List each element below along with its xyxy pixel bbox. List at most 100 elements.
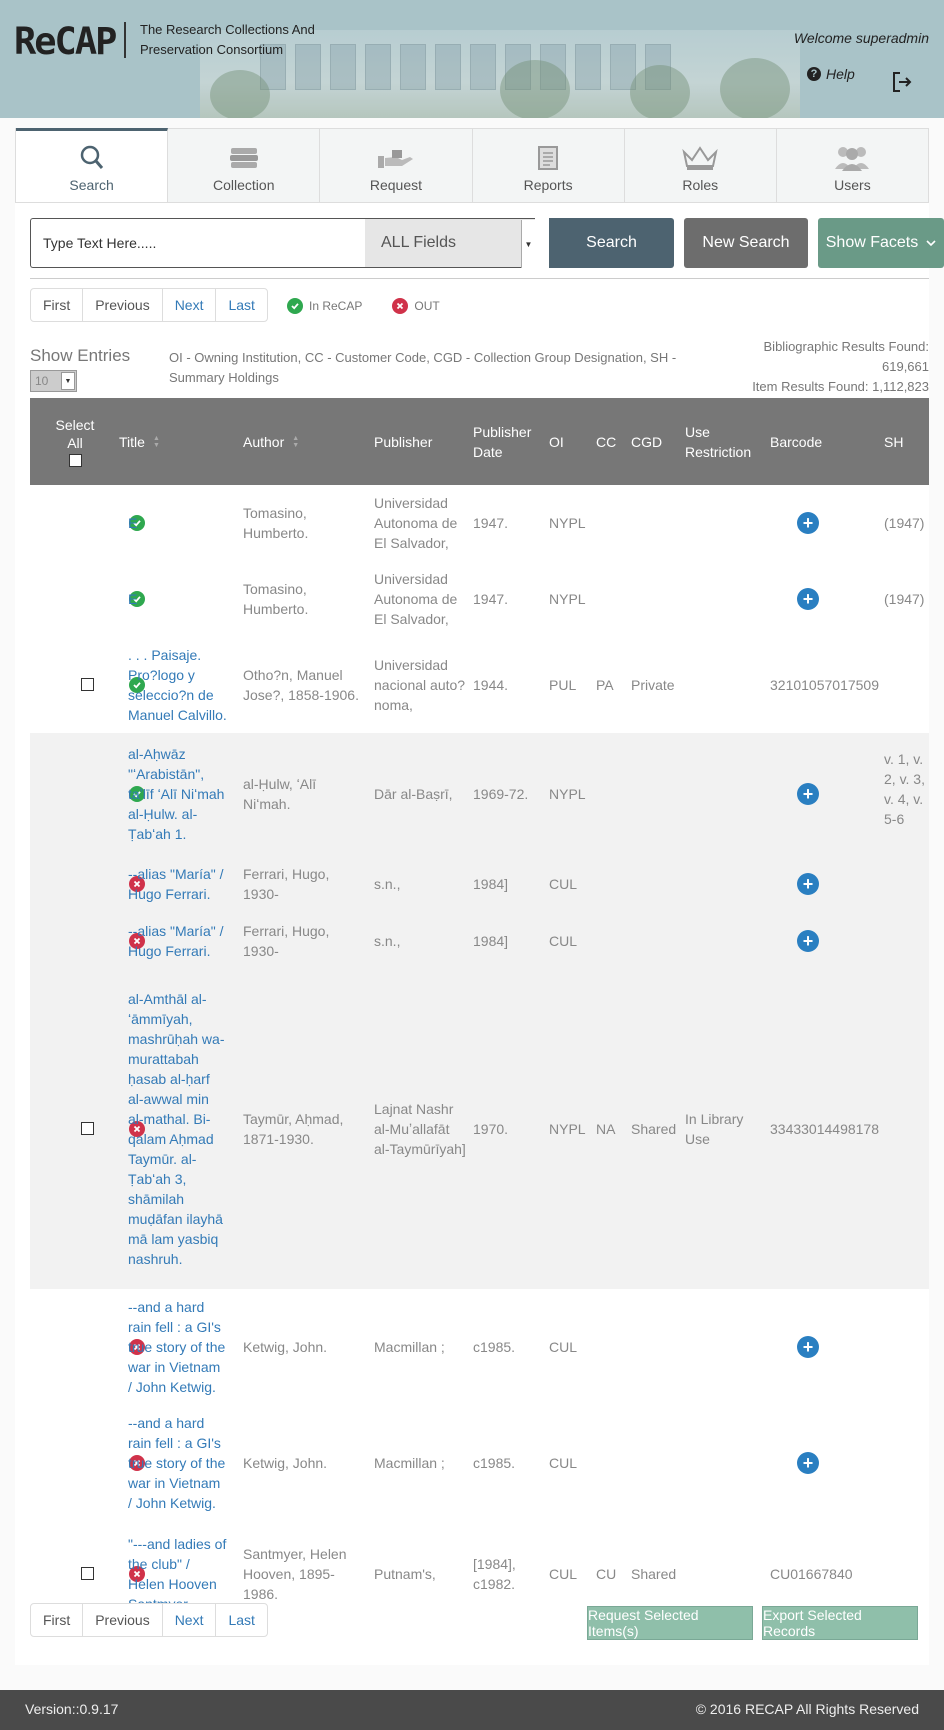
row-checkbox[interactable] [81, 1122, 94, 1135]
column-label: Barcode [770, 433, 823, 450]
title-cell[interactable]: E [128, 485, 228, 561]
table-row: --and a hard rain fell : a GI's true sto… [30, 1289, 929, 1405]
title-column-header[interactable]: Title ▲ ▼ [119, 398, 160, 485]
tab-label: Request [369, 177, 422, 193]
plus-circle-icon[interactable]: + [797, 1452, 819, 1474]
publisher-date-cell: [1984], c1982. [473, 1556, 516, 1592]
legend-in-label: In ReCAP [309, 299, 363, 313]
cgd-cell: Private [631, 677, 675, 693]
column-label: CC [596, 433, 617, 450]
publisher-date-cell: c1985. [473, 1339, 516, 1355]
oi-cell: CUL [549, 1455, 578, 1471]
plus-circle-icon[interactable]: + [797, 1336, 819, 1358]
plus-circle-icon[interactable]: + [797, 929, 819, 952]
tab-request[interactable]: Request [320, 129, 473, 202]
tab-reports[interactable]: Reports [473, 129, 625, 202]
title-cell[interactable]: --alias "María" / Hugo Ferrari. [128, 912, 228, 969]
logo-subtitle-line1: The Research Collections And [140, 22, 315, 37]
tab-search[interactable]: Search [16, 128, 169, 202]
search-button[interactable]: Search [549, 218, 674, 268]
title-cell[interactable]: al-Aḥwāz "ʻArabistān", taʼlīf ʻAlī Niʻma… [128, 733, 228, 855]
title-cell[interactable]: --alias "María" / Hugo Ferrari. [128, 855, 228, 912]
crown-icon [682, 146, 718, 170]
new-search-button[interactable]: New Search [684, 218, 808, 268]
cc-column-header: CC [596, 398, 616, 485]
document-icon [538, 146, 559, 170]
plus-circle-icon[interactable]: + [797, 512, 819, 534]
logo-subtitle-line2: Preservation Consortium [140, 42, 284, 57]
logo-divider [124, 22, 126, 58]
bib-results-label: Bibliographic Results Found: [763, 339, 929, 354]
search-divider [30, 278, 929, 279]
oi-cell: CUL [549, 875, 578, 892]
logo-subtitle: The Research Collections And Preservatio… [140, 20, 340, 60]
help-link[interactable]: ? Help [807, 66, 855, 82]
tab-collection[interactable]: Collection [168, 129, 321, 202]
plus-circle-icon[interactable]: + [797, 872, 819, 895]
version-text: Version::0.9.17 [25, 1701, 119, 1717]
oi-cell: PUL [549, 677, 577, 693]
copyright-text: © 2016 RECAP All Rights Reserved [695, 1701, 919, 1717]
search-input[interactable] [30, 218, 365, 268]
publisher-date-cell: 1984] [473, 932, 509, 949]
pager-last[interactable]: Last [216, 1604, 266, 1636]
results-summary: Bibliographic Results Found: 619,661 Ite… [752, 337, 929, 397]
title-cell[interactable]: al-Amthāl al-ʻāmmīyah, mashrūḥah wa-mura… [128, 969, 228, 1289]
author-cell: Otho?n, Manuel Jose?, 1858-1906. [243, 667, 359, 703]
plus-circle-icon[interactable]: + [797, 588, 819, 610]
publisher-cell: Macmillan ; [374, 1455, 445, 1471]
row-checkbox[interactable] [81, 1567, 94, 1580]
column-label: Date [473, 443, 503, 460]
sh-column-header: SH [884, 398, 903, 485]
author-column-header[interactable]: Author ▲ ▼ [243, 398, 299, 485]
chevron-down-icon [926, 240, 936, 247]
logout-icon[interactable] [890, 70, 914, 94]
pager-next[interactable]: Next [163, 1604, 217, 1636]
title-cell[interactable]: --and a hard rain fell : a GI's true sto… [128, 1405, 228, 1521]
check-circle-icon [287, 298, 303, 314]
export-selected-button[interactable]: Export Selected Records [762, 1606, 918, 1640]
pager-previous[interactable]: Previous [83, 1604, 163, 1636]
search-field-select[interactable]: ALL Fields ▼ [365, 218, 535, 268]
column-label: Author [243, 433, 285, 450]
title-cell[interactable]: . . . Paisaje. Pro?logo y seleccio?n de … [128, 637, 228, 733]
tab-label: Users [834, 177, 871, 193]
tab-roles[interactable]: Roles [625, 129, 777, 202]
column-label: Use [685, 423, 710, 440]
results-table: Select All Title ▲ ▼ Author ▲ ▼ Publisher … [30, 398, 929, 1612]
entries-select[interactable]: 10 ▼ [30, 370, 77, 392]
cc-cell: NA [596, 1121, 616, 1137]
oi-cell: CUL [549, 932, 578, 949]
recap-logo[interactable]: ReCAP [14, 20, 117, 63]
oi-cell: CUL [549, 1339, 578, 1355]
bottom-pager: First Previous Next Last [30, 1603, 268, 1637]
entries-value: 10 [35, 374, 49, 388]
pager-next[interactable]: Next [163, 289, 217, 321]
oi-cell: NYPL [549, 786, 586, 802]
author-cell: al-Ḥulw, ʻAlī Niʻmah. [243, 776, 317, 812]
show-facets-button[interactable]: Show Facets [818, 218, 944, 268]
tab-users[interactable]: Users [777, 129, 928, 202]
x-circle-icon [392, 298, 409, 314]
oi-column-header: OI [549, 398, 564, 485]
publisher-date-cell: 1947. [473, 515, 509, 531]
column-label: OI [549, 433, 564, 450]
barcode-column-header: Barcode [770, 398, 822, 485]
author-cell: Tomasino, Humberto. [243, 505, 309, 541]
pager-last[interactable]: Last [216, 289, 266, 321]
pager-first[interactable]: First [31, 289, 84, 321]
table-row: al-Aḥwāz "ʻArabistān", taʼlīf ʻAlī Niʻma… [30, 733, 929, 855]
column-label: SH [884, 433, 904, 450]
title-cell[interactable]: --and a hard rain fell : a GI's true sto… [128, 1289, 228, 1405]
pager-previous[interactable]: Previous [83, 289, 163, 321]
cgd-cell: Shared [631, 1121, 677, 1137]
row-checkbox[interactable] [81, 678, 94, 691]
plus-circle-icon[interactable]: + [797, 783, 819, 805]
select-all-checkbox[interactable] [68, 454, 82, 467]
request-selected-button[interactable]: Request Selected Items(s) [587, 1606, 753, 1640]
title-cell[interactable]: E [128, 561, 228, 637]
use-restriction-cell: In Library Use [685, 1111, 744, 1147]
pager-first[interactable]: First [31, 1604, 84, 1636]
table-row: E Tomasino, Humberto. Universidad Autonoma… [30, 485, 929, 561]
table-row: . . . Paisaje. Pro?logo y seleccio?n de … [30, 637, 929, 733]
